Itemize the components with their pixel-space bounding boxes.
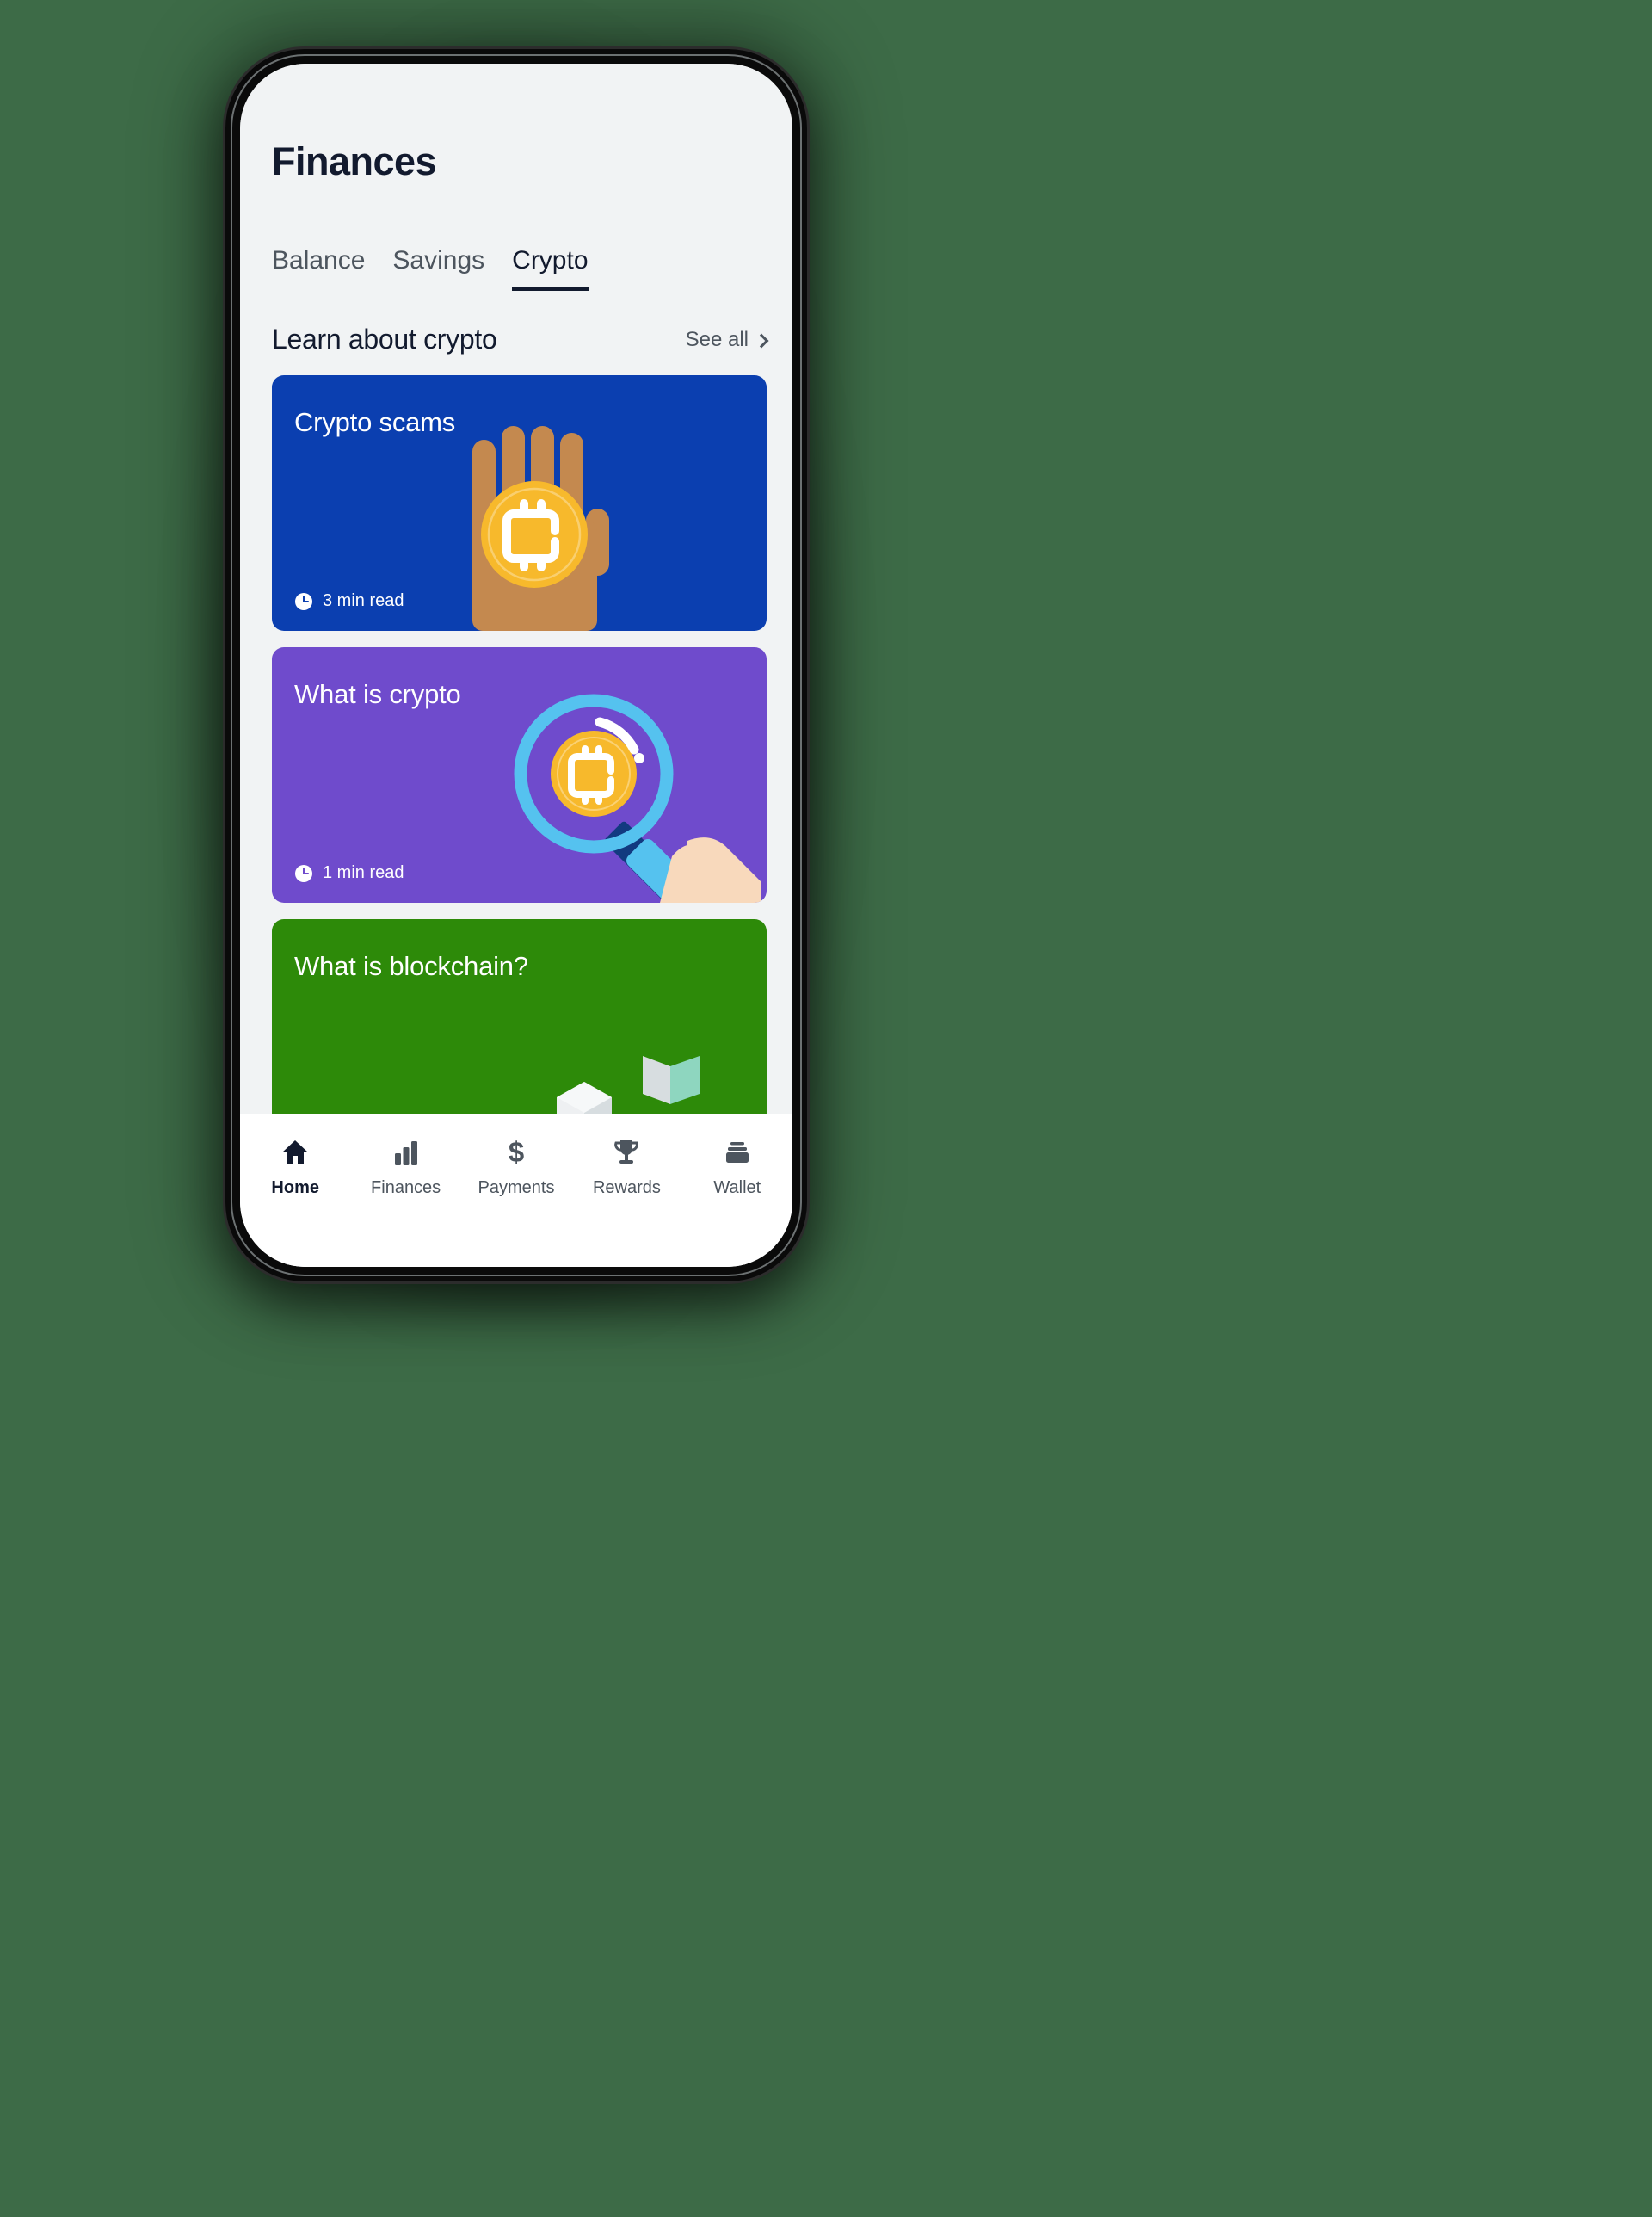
tab-bar: Balance Savings Crypto [272, 246, 589, 291]
nav-label: Finances [371, 1178, 441, 1197]
section-header: Learn about crypto See all [272, 324, 769, 355]
bottom-navigation-bar: Home Finances $ Payments Rewards Wallet [240, 1114, 792, 1267]
hand-holding-coin-illustration [472, 426, 609, 631]
chevron-right-icon [754, 333, 769, 348]
nav-item-rewards[interactable]: Rewards [571, 1136, 681, 1198]
card-title: Crypto scams [294, 407, 456, 437]
read-time-label: 1 min read [323, 863, 404, 882]
floating-mint-shape [643, 1056, 700, 1104]
learn-card-list: Crypto scams 3 min read What is crypto 1… [272, 375, 767, 1175]
phone-screen: Finances Balance Savings Crypto Learn ab… [240, 64, 792, 1267]
bar-chart-icon [392, 1136, 420, 1169]
dollar-icon: $ [502, 1136, 530, 1169]
app-scroll-area[interactable]: Finances Balance Savings Crypto Learn ab… [240, 64, 792, 1267]
read-time-badge: 3 min read [294, 591, 404, 611]
card-title: What is crypto [294, 679, 461, 709]
nav-label: Wallet [713, 1178, 761, 1197]
read-time-badge: 1 min read [294, 863, 404, 883]
tab-savings[interactable]: Savings [392, 246, 484, 291]
svg-text:$: $ [509, 1138, 524, 1167]
nav-item-wallet[interactable]: Wallet [682, 1136, 792, 1198]
clock-icon [295, 864, 312, 882]
tab-balance[interactable]: Balance [272, 246, 365, 291]
tab-crypto[interactable]: Crypto [512, 246, 589, 291]
phone-frame: Finances Balance Savings Crypto Learn ab… [225, 49, 807, 1281]
nav-item-finances[interactable]: Finances [350, 1136, 460, 1198]
read-time-label: 3 min read [323, 591, 404, 610]
clock-icon [295, 592, 312, 610]
magnifier-over-coin-illustration [514, 694, 761, 903]
trophy-icon [613, 1136, 640, 1169]
nav-label: Home [271, 1178, 319, 1197]
nav-label: Payments [478, 1178, 555, 1197]
see-all-label: See all [685, 327, 749, 351]
nav-item-payments[interactable]: $ Payments [461, 1136, 571, 1198]
page-title: Finances [272, 139, 437, 183]
wallet-icon [724, 1136, 751, 1169]
card-title: What is blockchain? [294, 951, 528, 981]
card-crypto-scams[interactable]: Crypto scams 3 min read [272, 375, 767, 631]
nav-item-home[interactable]: Home [240, 1136, 350, 1198]
section-title: Learn about crypto [272, 324, 497, 355]
card-what-is-crypto[interactable]: What is crypto 1 min read [272, 647, 767, 903]
see-all-link[interactable]: See all [685, 327, 769, 352]
home-icon [280, 1136, 310, 1169]
nav-label: Rewards [592, 1178, 661, 1197]
